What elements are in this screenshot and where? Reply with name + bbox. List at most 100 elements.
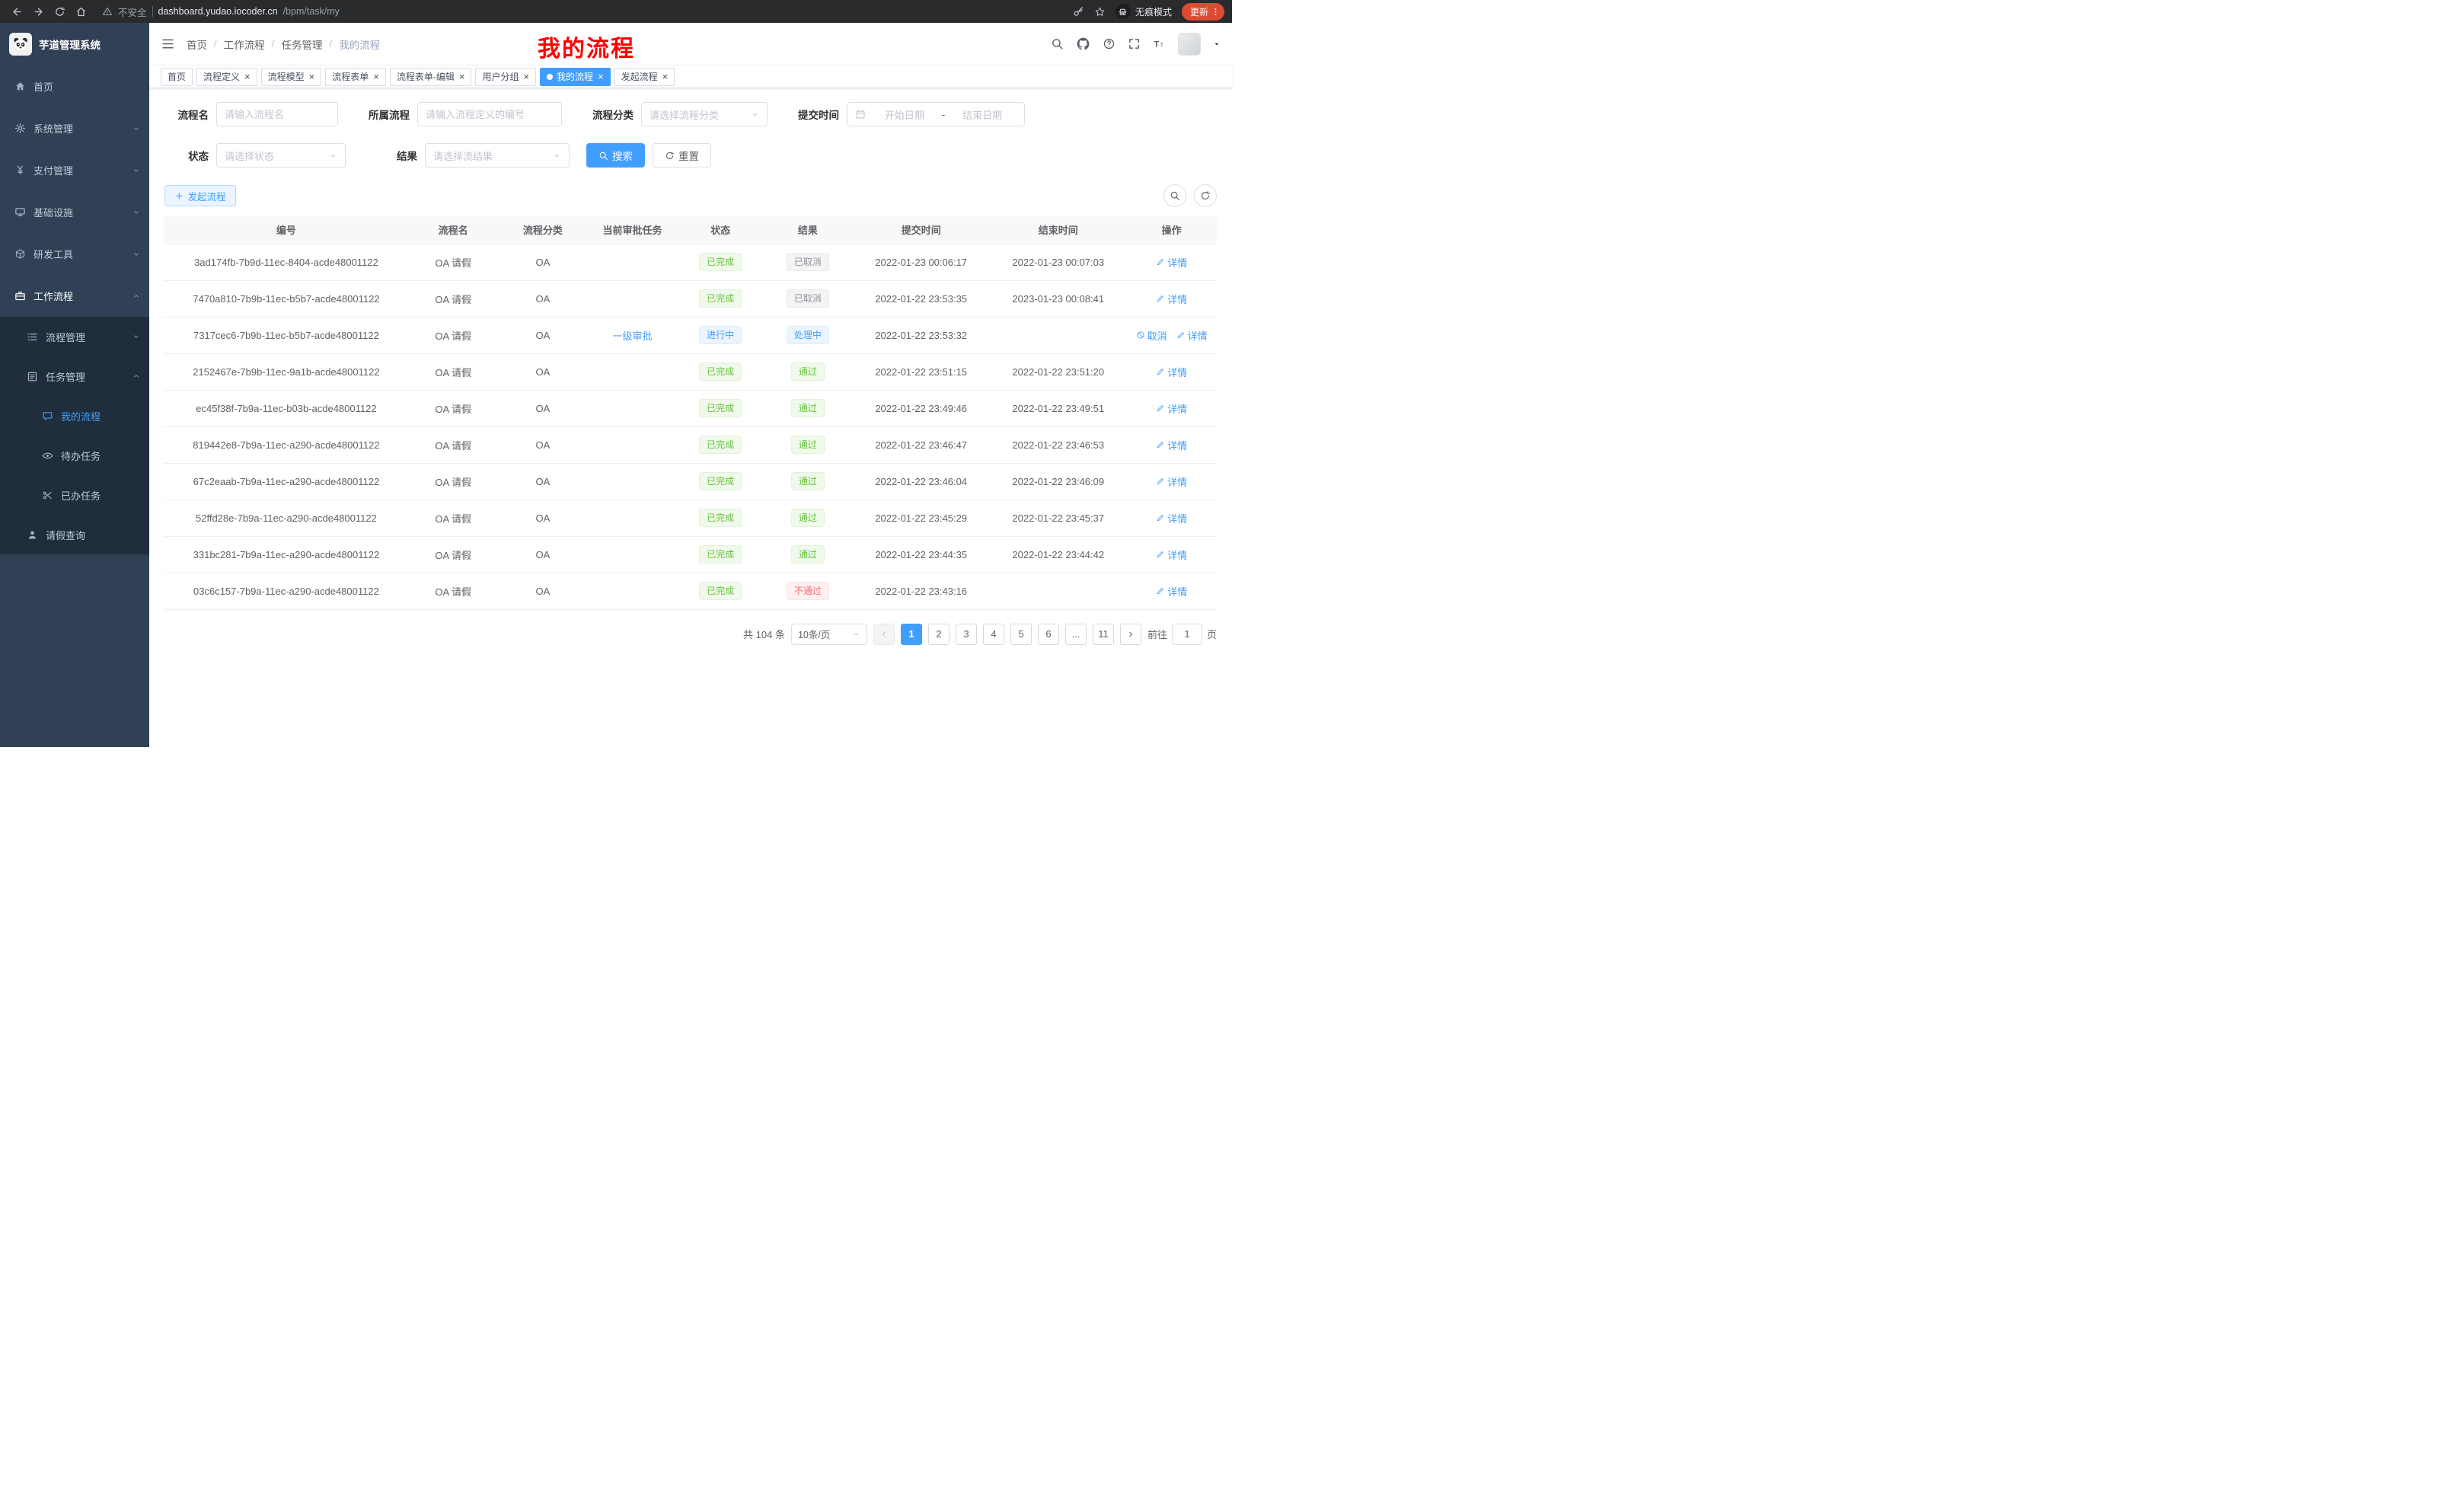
breadcrumb-item[interactable]: 首页 bbox=[187, 37, 207, 52]
sidebar-item-home[interactable]: 首页 bbox=[0, 65, 149, 107]
page-button-5[interactable]: 5 bbox=[1010, 624, 1032, 645]
cell-status: 已完成 bbox=[678, 536, 764, 573]
app-logo[interactable]: 芋道管理系统 bbox=[0, 23, 149, 65]
bookmark-star-icon[interactable] bbox=[1094, 6, 1106, 18]
user-avatar[interactable] bbox=[1178, 33, 1201, 56]
cell-result: 通过 bbox=[764, 536, 853, 573]
row-action-detail[interactable]: 详情 bbox=[1176, 328, 1208, 343]
process-definition-input[interactable] bbox=[426, 109, 554, 120]
page-button-3[interactable]: 3 bbox=[956, 624, 977, 645]
current-task-link[interactable]: 一级审批 bbox=[613, 328, 653, 343]
yen-icon bbox=[14, 164, 26, 176]
page-button-1[interactable]: 1 bbox=[901, 624, 922, 645]
sidebar-toggle-icon[interactable] bbox=[161, 37, 175, 51]
row-action-detail[interactable]: 详情 bbox=[1156, 547, 1187, 562]
avatar-caret-icon[interactable] bbox=[1213, 40, 1221, 48]
page-button-2[interactable]: 2 bbox=[928, 624, 950, 645]
tab-close-icon[interactable]: × bbox=[662, 72, 669, 81]
row-action-detail[interactable]: 详情 bbox=[1156, 584, 1187, 599]
tab-home[interactable]: 首页 bbox=[161, 68, 193, 86]
row-action-detail[interactable]: 详情 bbox=[1156, 438, 1187, 452]
page-button-6[interactable]: 6 bbox=[1038, 624, 1059, 645]
breadcrumb-item[interactable]: 我的流程 bbox=[339, 37, 380, 52]
tab-process-form[interactable]: 流程表单× bbox=[325, 68, 386, 86]
page-size-select[interactable]: 10条/页 bbox=[791, 624, 867, 645]
tab-process-form-edit[interactable]: 流程表单-编辑× bbox=[390, 68, 472, 86]
incognito-badge[interactable]: 无痕模式 bbox=[1116, 4, 1172, 19]
github-icon[interactable] bbox=[1076, 37, 1090, 51]
password-key-icon[interactable] bbox=[1073, 6, 1084, 18]
sidebar-item-leave-query[interactable]: 请假查询 bbox=[0, 515, 149, 554]
header-search-icon[interactable] bbox=[1051, 37, 1064, 50]
breadcrumb-item[interactable]: 工作流程 bbox=[224, 37, 265, 52]
sidebar-item-dev-tools[interactable]: 研发工具 bbox=[0, 233, 149, 275]
browser-menu-icon[interactable] bbox=[1211, 7, 1221, 17]
action-label: 详情 bbox=[1167, 511, 1187, 525]
goto-page-input[interactable] bbox=[1172, 624, 1202, 645]
toggle-search-button[interactable] bbox=[1163, 184, 1186, 207]
sidebar-item-label: 研发工具 bbox=[34, 247, 129, 261]
row-action-cancel[interactable]: 取消 bbox=[1136, 328, 1167, 343]
cell-end-time: 2022-01-23 00:07:03 bbox=[990, 244, 1126, 280]
tab-close-icon[interactable]: × bbox=[459, 72, 465, 81]
table-row: 7317cec6-7b9b-11ec-b5b7-acde48001122OA 请… bbox=[164, 317, 1217, 353]
sidebar-item-payment-mgmt[interactable]: 支付管理 bbox=[0, 149, 149, 191]
row-action-detail[interactable]: 详情 bbox=[1156, 365, 1187, 379]
result-select[interactable]: 请选择流结果 bbox=[425, 143, 570, 168]
tab-user-group[interactable]: 用户分组× bbox=[475, 68, 536, 86]
pagination-ellipsis[interactable]: ... bbox=[1065, 624, 1087, 645]
tab-my-process[interactable]: 我的流程× bbox=[540, 68, 611, 86]
fullscreen-icon[interactable] bbox=[1128, 37, 1141, 50]
sidebar-item-my-process[interactable]: 我的流程 bbox=[0, 396, 149, 436]
next-page-button[interactable] bbox=[1120, 624, 1141, 645]
row-action-detail[interactable]: 详情 bbox=[1156, 511, 1187, 525]
process-name-input[interactable] bbox=[225, 109, 330, 120]
sidebar-item-workflow[interactable]: 工作流程 bbox=[0, 275, 149, 317]
row-action-detail[interactable]: 详情 bbox=[1156, 401, 1187, 416]
sidebar-item-system-mgmt[interactable]: 系统管理 bbox=[0, 107, 149, 149]
breadcrumb-separator: / bbox=[214, 38, 217, 49]
browser-forward-icon[interactable] bbox=[29, 2, 47, 21]
tab-start-process[interactable]: 发起流程× bbox=[614, 68, 675, 86]
tab-close-icon[interactable]: × bbox=[244, 72, 251, 81]
search-button[interactable]: 搜索 bbox=[586, 143, 645, 168]
help-icon[interactable] bbox=[1103, 37, 1116, 50]
row-actions: 详情 bbox=[1156, 584, 1187, 599]
tab-close-icon[interactable]: × bbox=[598, 72, 604, 81]
cell-category: OA bbox=[499, 390, 588, 426]
tab-process-model[interactable]: 流程模型× bbox=[261, 68, 322, 86]
process-name-label: 流程名 bbox=[164, 107, 209, 122]
tab-close-icon[interactable]: × bbox=[373, 72, 379, 81]
address-bar[interactable]: 不安全 dashboard.yudao.iocoder.cn/bpm/task/… bbox=[102, 5, 1070, 19]
reset-button[interactable]: 重置 bbox=[653, 143, 711, 168]
row-action-detail[interactable]: 详情 bbox=[1156, 255, 1187, 270]
sidebar-item-infrastructure[interactable]: 基础设施 bbox=[0, 191, 149, 233]
row-action-detail[interactable]: 详情 bbox=[1156, 292, 1187, 306]
page-button-4[interactable]: 4 bbox=[983, 624, 1004, 645]
status-select[interactable]: 请选择状态 bbox=[216, 143, 346, 168]
tab-close-icon[interactable]: × bbox=[309, 72, 315, 81]
sidebar-item-done-task[interactable]: 已办任务 bbox=[0, 475, 149, 515]
start-process-button[interactable]: 发起流程 bbox=[164, 185, 236, 206]
page-button-11[interactable]: 11 bbox=[1093, 624, 1114, 645]
tab-process-definition[interactable]: 流程定义× bbox=[196, 68, 257, 86]
sidebar-item-todo-task[interactable]: 待办任务 bbox=[0, 436, 149, 475]
row-action-detail[interactable]: 详情 bbox=[1156, 474, 1187, 489]
breadcrumb-item[interactable]: 任务管理 bbox=[282, 37, 323, 52]
box-icon bbox=[14, 248, 26, 260]
incognito-label: 无痕模式 bbox=[1135, 5, 1172, 18]
category-select[interactable]: 请选择流程分类 bbox=[641, 102, 768, 126]
submit-time-range-picker[interactable]: 开始日期 - 结束日期 bbox=[847, 102, 1025, 126]
browser-back-icon[interactable] bbox=[8, 2, 26, 21]
refresh-icon bbox=[1200, 190, 1211, 201]
sidebar-item-process-mgmt[interactable]: 流程管理 bbox=[0, 317, 149, 356]
column-header-category: 流程分类 bbox=[499, 216, 588, 244]
sidebar-item-task-mgmt[interactable]: 任务管理 bbox=[0, 356, 149, 396]
prev-page-button[interactable] bbox=[873, 624, 895, 645]
tab-close-icon[interactable]: × bbox=[523, 72, 529, 81]
browser-reload-icon[interactable] bbox=[50, 2, 69, 21]
update-button[interactable]: 更新 bbox=[1182, 3, 1224, 21]
refresh-table-button[interactable] bbox=[1194, 184, 1217, 207]
browser-home-icon[interactable] bbox=[72, 2, 90, 21]
font-size-icon[interactable]: TT bbox=[1153, 37, 1166, 50]
